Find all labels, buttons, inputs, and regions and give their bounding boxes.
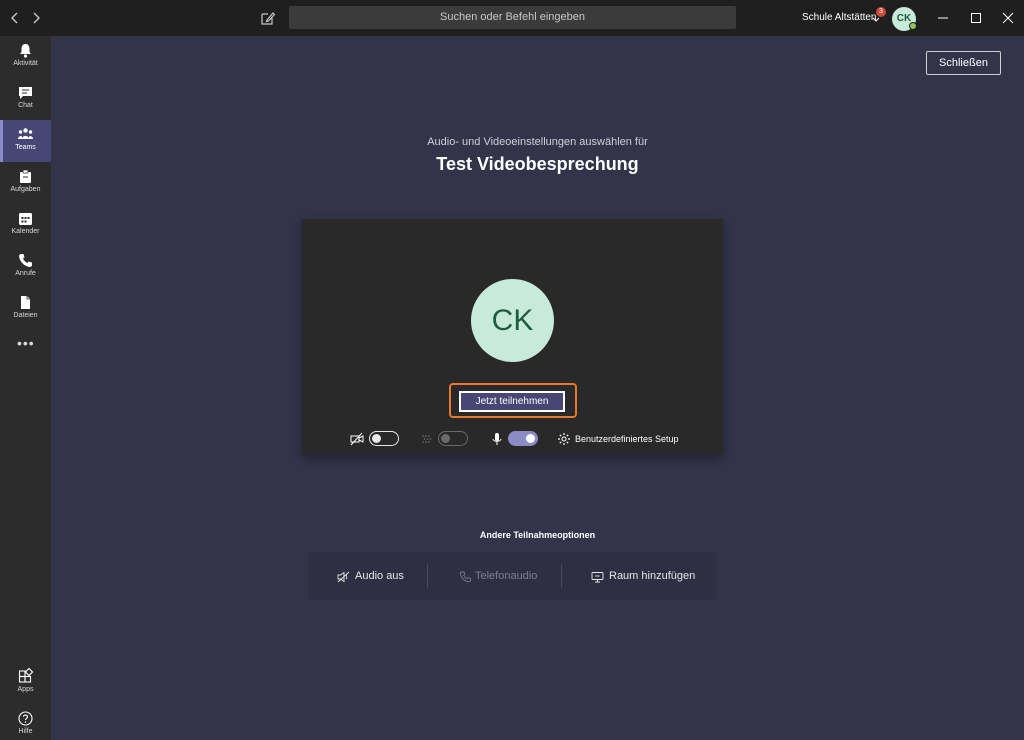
microphone-icon — [490, 432, 504, 446]
phone-icon — [17, 252, 34, 269]
rail-item-label: Anrufe — [15, 270, 36, 277]
other-join-options: Audio aus Telefonaudio Raum hinzufügen — [308, 552, 717, 600]
rail-item-calendar[interactable]: Kalender — [0, 204, 51, 246]
rail-item-assignments[interactable]: Aufgaben — [0, 162, 51, 204]
close-button[interactable]: Schließen — [926, 51, 1001, 75]
custom-setup-link[interactable]: Benutzerdefiniertes Setup — [575, 434, 679, 444]
page-subtitle: Audio- und Videoeinstellungen auswählen … — [427, 136, 648, 148]
audio-off-option[interactable]: Audio aus — [355, 552, 404, 600]
calendar-icon — [17, 210, 34, 227]
option-divider — [427, 564, 428, 588]
rail-item-label: Kalender — [11, 228, 40, 235]
rail-item-label: Hilfe — [18, 728, 33, 735]
video-preview: CK Jetzt teilnehmen Benutzerdefiniertes … — [302, 219, 723, 455]
gear-icon[interactable] — [557, 432, 571, 446]
app-rail: Aktivität Chat Teams Aufgaben Kalender A… — [0, 36, 51, 740]
bell-icon — [17, 42, 34, 59]
add-room-option[interactable]: Raum hinzufügen — [609, 552, 695, 600]
chat-icon — [17, 84, 34, 101]
maximize-icon[interactable] — [968, 10, 984, 26]
compose-icon[interactable] — [259, 9, 277, 27]
option-divider — [561, 564, 562, 588]
phone-audio-option[interactable]: Telefonaudio — [475, 552, 537, 600]
title-bar: Suchen oder Befehl eingeben Schule Altst… — [0, 0, 1024, 36]
rail-item-label: Dateien — [13, 312, 38, 319]
help-icon — [17, 710, 34, 727]
room-icon — [591, 570, 604, 583]
chevron-right-icon[interactable] — [29, 10, 43, 26]
page-title: Test Videobesprechung — [436, 154, 639, 174]
rail-item-chat[interactable]: Chat — [0, 78, 51, 120]
background-blur-icon — [420, 432, 434, 446]
assignments-icon — [17, 168, 34, 185]
rail-item-activity[interactable]: Aktivität — [0, 36, 51, 78]
rail-item-files[interactable]: Dateien — [0, 288, 51, 330]
presence-indicator — [909, 22, 917, 30]
rail-item-label: Aufgaben — [10, 186, 41, 193]
avatar: CK — [471, 279, 554, 362]
camera-off-icon — [350, 432, 364, 446]
more-apps-icon[interactable]: ••• — [17, 336, 35, 350]
rail-item-calls[interactable]: Anrufe — [0, 246, 51, 288]
rail-item-label: Teams — [15, 144, 36, 151]
rail-item-teams[interactable]: Teams — [0, 120, 51, 162]
apps-icon — [17, 667, 34, 685]
close-icon[interactable] — [1000, 10, 1016, 26]
phone-icon — [459, 570, 472, 583]
minimize-icon[interactable] — [935, 10, 951, 26]
teams-icon — [17, 126, 34, 143]
rail-item-help[interactable]: Hilfe — [0, 704, 51, 740]
search-input[interactable]: Suchen oder Befehl eingeben — [289, 6, 736, 29]
rail-item-label: Chat — [18, 102, 33, 109]
file-icon — [17, 294, 34, 311]
rail-item-label: Apps — [17, 686, 34, 693]
notification-badge: 3 — [876, 7, 886, 17]
other-options-title: Andere Teilnahmeoptionen — [479, 530, 596, 540]
speaker-off-icon — [337, 570, 350, 583]
background-blur-toggle[interactable] — [438, 431, 468, 446]
rail-item-apps[interactable]: Apps — [0, 662, 51, 704]
camera-toggle[interactable] — [369, 431, 399, 446]
chevron-left-icon[interactable] — [8, 10, 22, 26]
microphone-toggle[interactable] — [508, 431, 538, 446]
org-switcher[interactable]: Schule Altstätten — [802, 12, 877, 23]
rail-item-label: Aktivität — [13, 60, 38, 67]
join-now-button[interactable]: Jetzt teilnehmen — [459, 391, 565, 412]
